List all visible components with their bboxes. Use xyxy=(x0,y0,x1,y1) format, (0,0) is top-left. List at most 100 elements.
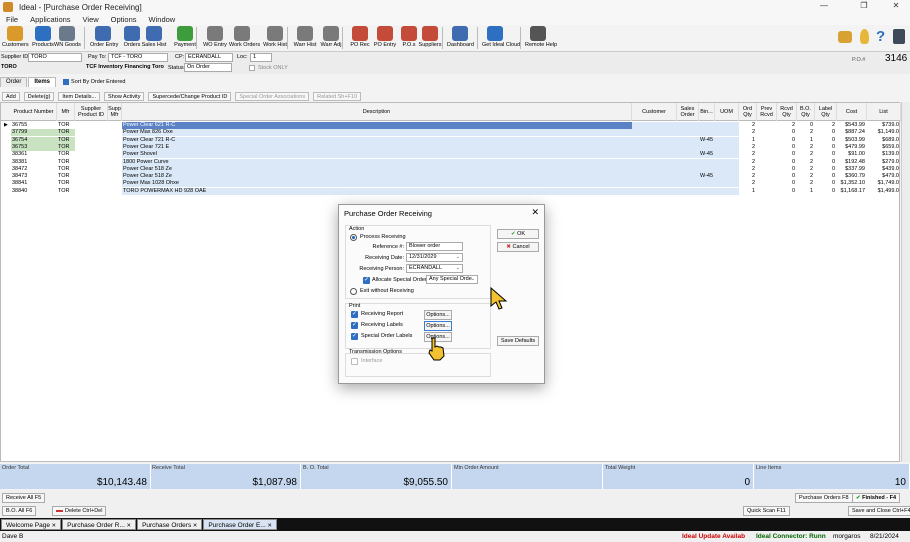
window-tab[interactable]: Welcome Page ✕ xyxy=(1,519,62,530)
column-header[interactable]: Supp Mfr xyxy=(108,103,122,121)
cell-spid[interactable] xyxy=(75,159,108,166)
window-tab[interactable]: Purchase Orders ✕ xyxy=(137,519,203,530)
column-header[interactable]: List xyxy=(867,103,901,121)
cell-uom[interactable] xyxy=(715,143,739,151)
toolbar-po-entry-button[interactable]: PO Entry xyxy=(372,26,398,51)
cell-bo[interactable]: 1 xyxy=(797,137,815,144)
column-header[interactable]: Ord Qty xyxy=(739,103,757,121)
cell-mfr[interactable]: TOR xyxy=(57,122,75,129)
cell-desc[interactable]: TORO POWERMAX HD 928 OAE xyxy=(122,187,632,195)
close-tab-icon[interactable]: ✕ xyxy=(50,523,56,529)
bo-all-button[interactable]: B.O. All F6 xyxy=(2,506,37,516)
cell-smfr[interactable] xyxy=(108,173,122,180)
cell-uom[interactable] xyxy=(715,129,739,137)
window-tab[interactable]: Purchase Order R... ✕ xyxy=(62,519,137,530)
special-order-labels-checkbox[interactable]: ✓ xyxy=(351,333,358,340)
cell-cust[interactable] xyxy=(632,187,677,195)
cell-uom[interactable] xyxy=(715,165,739,173)
cell-ord[interactable]: 2 xyxy=(739,151,757,158)
table-row[interactable]: 36753 TOR Power Clear 721 E 2 0 2 0 $479.99 $659… xyxy=(1,143,901,151)
cell-prev[interactable] xyxy=(757,129,777,136)
subtoolbar-button[interactable]: Supercede/Change Product ID xyxy=(148,91,232,101)
cell-ord[interactable]: 2 xyxy=(739,173,757,180)
supplier-id-field[interactable]: TORO xyxy=(28,53,82,62)
cell-spid[interactable] xyxy=(75,188,108,195)
cell-bo[interactable]: 2 xyxy=(797,166,815,173)
receiving-report-checkbox[interactable]: ✓ xyxy=(351,311,358,318)
cell-spid[interactable] xyxy=(75,173,108,180)
cell-so[interactable] xyxy=(677,136,699,144)
cell-ord[interactable]: 2 xyxy=(739,144,757,151)
column-header[interactable]: Mfr xyxy=(57,103,75,121)
cell-so[interactable] xyxy=(677,173,699,181)
stock-only-checkbox[interactable] xyxy=(249,65,255,71)
process-receiving-radio[interactable] xyxy=(350,234,357,241)
cell-smfr[interactable] xyxy=(108,129,122,136)
cell-cust[interactable] xyxy=(632,151,677,159)
cell-smfr[interactable] xyxy=(108,188,122,195)
cubes-icon[interactable] xyxy=(838,31,852,43)
cell-so[interactable] xyxy=(677,122,699,129)
column-header[interactable]: Cost xyxy=(837,103,867,121)
cell-so[interactable] xyxy=(677,129,699,137)
cell-bo[interactable]: 2 xyxy=(797,173,815,180)
subtoolbar-button[interactable]: Delete(g) xyxy=(23,91,55,101)
subtoolbar-button[interactable]: Related Sh+F10 xyxy=(313,91,362,101)
cell-ord[interactable]: 1 xyxy=(739,137,757,144)
toolbar-order-entry-button[interactable]: Order Entry xyxy=(90,26,118,51)
toolbar-suppliers-button[interactable]: Suppliers xyxy=(417,26,443,51)
menu-item-applications[interactable]: Applications xyxy=(30,15,70,24)
cell-mfr[interactable]: TOR xyxy=(57,180,75,187)
cell-cost[interactable]: $192.48 xyxy=(837,159,867,166)
status-update[interactable]: Ideal Update Availab xyxy=(682,531,745,542)
cell-cust[interactable] xyxy=(632,158,677,166)
cell-pn[interactable]: 38381 xyxy=(11,159,57,166)
cell-desc[interactable]: Power Shovel xyxy=(122,151,632,159)
cell-so[interactable] xyxy=(677,143,699,151)
cell-bin[interactable] xyxy=(699,129,715,137)
cell-uom[interactable] xyxy=(715,187,739,195)
cell-label[interactable]: 2 xyxy=(815,122,837,129)
column-header[interactable]: Label Qty xyxy=(815,103,837,121)
sort-checkbox[interactable] xyxy=(63,79,70,85)
cell-smfr[interactable] xyxy=(108,122,122,129)
help-icon[interactable]: ? xyxy=(876,28,885,45)
cell-ord[interactable]: 1 xyxy=(739,188,757,195)
lightbulb-icon[interactable] xyxy=(860,29,869,44)
cell-so[interactable] xyxy=(677,158,699,166)
receiving-date-field[interactable]: 12/31/2029 ⌄ xyxy=(406,253,463,262)
cell-uom[interactable] xyxy=(715,136,739,144)
cell-list[interactable]: $739.0 xyxy=(867,122,901,129)
column-header[interactable]: Bin... xyxy=(699,103,715,121)
cell-cost[interactable]: $503.99 xyxy=(837,137,867,144)
cell-uom[interactable] xyxy=(715,122,739,129)
cell-pn[interactable]: 36755 xyxy=(11,122,57,129)
cell-rcvd[interactable]: 0 xyxy=(777,129,797,136)
toolbar-wn-goods-button[interactable]: WN Goods xyxy=(54,26,81,51)
cell-rcvd[interactable]: 0 xyxy=(777,137,797,144)
allocate-field[interactable]: Any Special Orde ⌄ xyxy=(426,275,478,284)
column-header[interactable]: B.O. Qty xyxy=(797,103,815,121)
cell-so[interactable] xyxy=(677,187,699,195)
cell-cost[interactable]: $360.79 xyxy=(837,173,867,180)
allocate-checkbox[interactable]: ✓ xyxy=(363,277,370,284)
close-tab-icon[interactable]: ✕ xyxy=(191,523,198,529)
cell-cost[interactable]: $543.99 xyxy=(837,122,867,129)
toolbar-wo-entry-button[interactable]: WO Entry xyxy=(202,26,228,51)
cell-bo[interactable]: 2 xyxy=(797,144,815,151)
cell-mfr[interactable]: TOR xyxy=(57,159,75,166)
cell-pn[interactable]: 37799 xyxy=(11,129,57,137)
cell-bo[interactable]: 1 xyxy=(797,188,815,195)
save-defaults-button[interactable]: Save Defaults xyxy=(497,336,539,346)
cell-rcvd[interactable]: 0 xyxy=(777,151,797,158)
receiving-labels-options-button[interactable]: Options... xyxy=(424,321,452,331)
cell-smfr[interactable] xyxy=(108,144,122,151)
menu-item-options[interactable]: Options xyxy=(111,15,137,24)
loc-field[interactable]: 1 xyxy=(250,53,272,62)
cell-cost[interactable]: $1,352.10 xyxy=(837,180,867,187)
cell-rcvd[interactable]: 0 xyxy=(777,180,797,187)
cell-uom[interactable] xyxy=(715,173,739,181)
cell-mfr[interactable]: TOR xyxy=(57,188,75,195)
toolbar-work-orders-button[interactable]: Work Orders xyxy=(229,26,260,51)
table-row[interactable]: 38840 TOR TORO POWERMAX HD 928 OAE 1 0 1 0 $1,1… xyxy=(1,187,901,195)
